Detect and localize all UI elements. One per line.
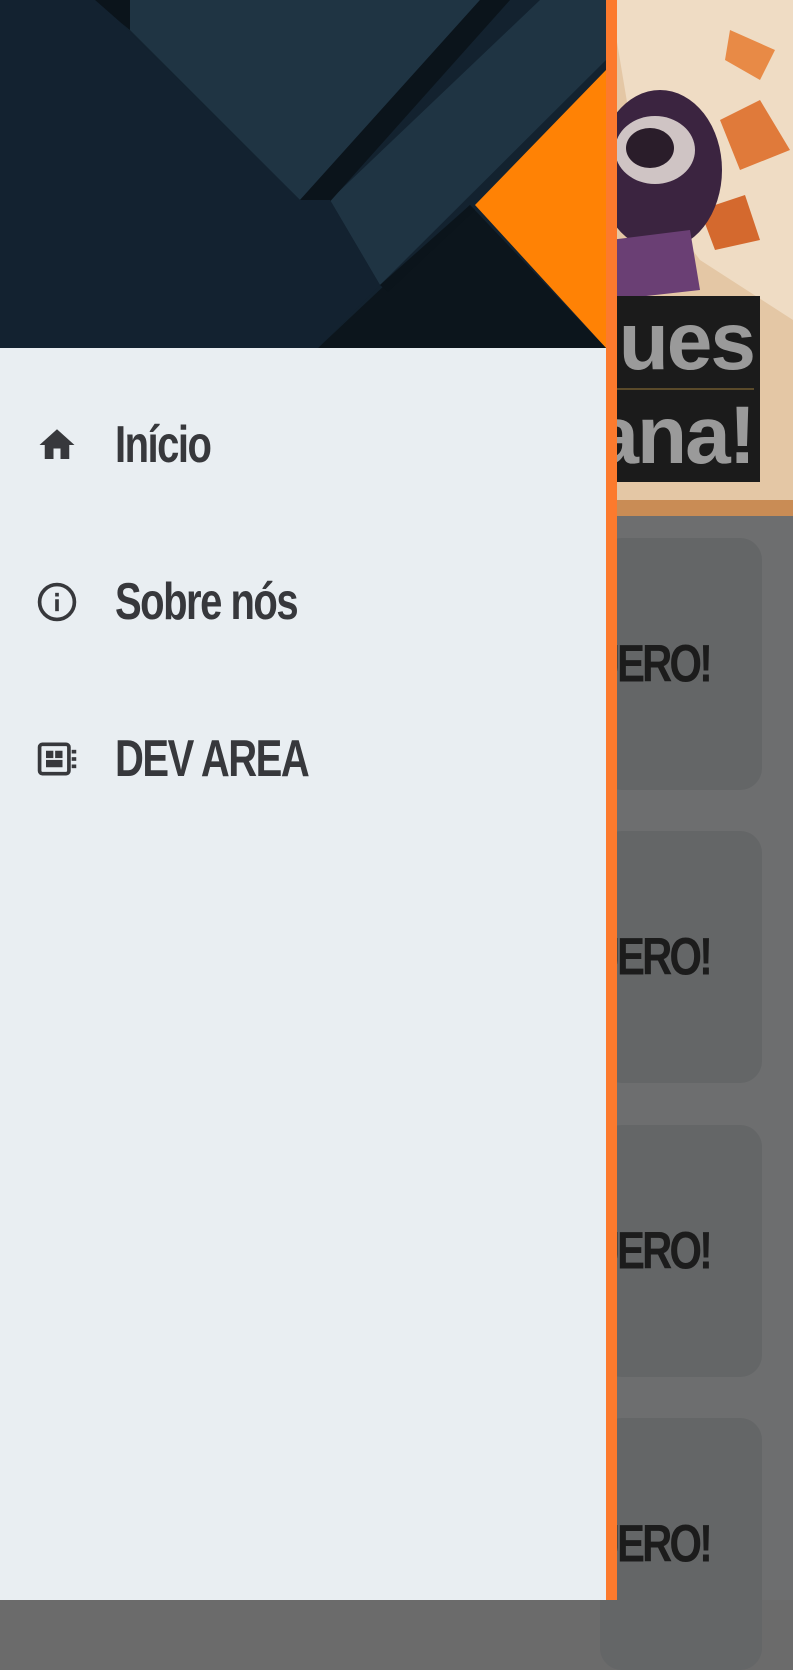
promo-card[interactable]: UERO! xyxy=(590,538,762,790)
promo-card[interactable]: UERO! xyxy=(590,1418,762,1670)
menu-item-inicio[interactable]: Início xyxy=(0,390,606,500)
promo-card[interactable]: UERO! xyxy=(590,831,762,1083)
menu-item-dev-area[interactable]: DEV AREA xyxy=(0,704,606,814)
home-icon xyxy=(34,422,80,468)
menu-item-label: Início xyxy=(115,415,212,473)
info-icon xyxy=(34,579,80,625)
navigation-drawer: Início Sobre nós DEV AREA xyxy=(0,0,617,1600)
drawer-header-pattern xyxy=(0,0,606,348)
drawer-header xyxy=(0,0,606,348)
dashboard-icon xyxy=(34,736,80,782)
menu-item-label: DEV AREA xyxy=(115,729,310,787)
promo-card[interactable]: UERO! xyxy=(590,1125,762,1377)
menu-item-sobre-nos[interactable]: Sobre nós xyxy=(0,547,606,657)
menu-item-label: Sobre nós xyxy=(115,572,299,630)
